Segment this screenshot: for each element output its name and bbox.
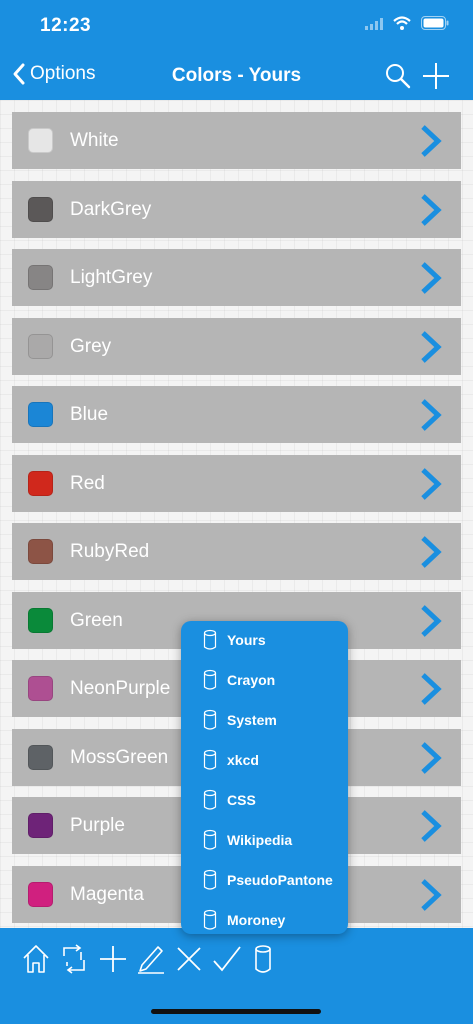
color-row-lightgrey[interactable]: LightGrey (12, 249, 461, 306)
menu-item-xkcd[interactable]: xkcd (181, 741, 348, 781)
signal-icon (365, 17, 383, 35)
menu-item-system[interactable]: System (181, 701, 348, 741)
home-button[interactable] (22, 944, 50, 979)
menu-item-label: CSS (227, 792, 256, 808)
back-button[interactable]: Options (12, 62, 95, 86)
navigation-bar: Options Colors - Yours (0, 52, 473, 100)
color-row-blue[interactable]: Blue (12, 386, 461, 443)
swap-icon (63, 944, 85, 974)
status-bar: 12:23 (0, 0, 473, 52)
color-name: Grey (70, 336, 112, 357)
color-swatch (28, 882, 53, 907)
color-row-darkgrey[interactable]: DarkGrey (12, 181, 461, 238)
home-icon (23, 945, 49, 973)
color-swatch (28, 813, 53, 838)
pencil-icon (138, 946, 164, 974)
color-row-white[interactable]: White (12, 112, 461, 169)
chevron-right-icon (421, 673, 442, 705)
color-name: White (70, 130, 119, 151)
menu-item-label: Moroney (227, 912, 286, 928)
color-row-grey[interactable]: Grey (12, 318, 461, 375)
add-color-button[interactable] (98, 944, 128, 979)
color-swatch (28, 197, 53, 222)
battery-icon (421, 16, 449, 35)
color-row-rubyred[interactable]: RubyRed (12, 523, 461, 580)
color-swatch (28, 128, 53, 153)
color-name: Magenta (70, 884, 144, 905)
database-icon (203, 909, 217, 930)
chevron-right-icon (421, 879, 442, 911)
chevron-left-icon (13, 63, 25, 85)
color-name: RubyRed (70, 541, 150, 562)
color-swatch (28, 471, 53, 496)
menu-item-wikipedia[interactable]: Wikipedia (181, 821, 348, 861)
menu-item-label: PseudoPantone (227, 872, 333, 888)
chevron-right-icon (421, 468, 442, 500)
chevron-right-icon (421, 194, 442, 226)
add-button[interactable] (420, 60, 452, 97)
chevron-right-icon (421, 262, 442, 294)
color-name: NeonPurple (70, 678, 171, 699)
delete-button[interactable] (174, 944, 204, 979)
color-swatch (28, 608, 53, 633)
color-swatch (28, 334, 53, 359)
back-label: Options (30, 63, 96, 84)
status-time: 12:23 (40, 15, 92, 36)
color-name: Green (70, 610, 123, 631)
close-icon (177, 947, 201, 971)
status-icons (365, 16, 449, 35)
database-icon (203, 709, 217, 730)
search-button[interactable] (384, 62, 412, 95)
color-name: Purple (70, 815, 125, 836)
color-row-red[interactable]: Red (12, 455, 461, 512)
color-swatch (28, 745, 53, 770)
database-icon (203, 629, 217, 650)
color-swatch (28, 676, 53, 701)
color-swatch (28, 539, 53, 564)
chevron-right-icon (421, 742, 442, 774)
color-name: Red (70, 473, 105, 494)
chevron-right-icon (421, 536, 442, 568)
menu-item-moroney[interactable]: Moroney (181, 901, 348, 941)
wifi-icon (393, 16, 411, 35)
database-icon (255, 945, 271, 973)
menu-item-label: Wikipedia (227, 832, 293, 848)
confirm-button[interactable] (212, 944, 242, 979)
color-swatch (28, 265, 53, 290)
menu-item-css[interactable]: CSS (181, 781, 348, 821)
menu-item-label: Yours (227, 632, 266, 648)
chevron-right-icon (421, 605, 442, 637)
plus-icon (100, 946, 126, 972)
menu-item-yours[interactable]: Yours (181, 621, 348, 661)
chevron-right-icon (421, 331, 442, 363)
swap-button[interactable] (60, 944, 88, 979)
chevron-right-icon (421, 399, 442, 431)
color-name: Blue (70, 404, 109, 425)
menu-item-crayon[interactable]: Crayon (181, 661, 348, 701)
color-name: MossGreen (70, 747, 169, 768)
chevron-right-icon (421, 125, 442, 157)
menu-item-label: System (227, 712, 277, 728)
menu-item-label: Crayon (227, 672, 276, 688)
database-icon (203, 749, 217, 770)
color-swatch (28, 402, 53, 427)
chevron-right-icon (421, 810, 442, 842)
database-icon (203, 789, 217, 810)
database-icon (203, 829, 217, 850)
database-icon (203, 669, 217, 690)
database-icon (203, 869, 217, 890)
search-icon (386, 64, 411, 89)
color-name: LightGrey (70, 267, 153, 288)
menu-item-label: xkcd (227, 752, 259, 768)
color-name: DarkGrey (70, 199, 152, 220)
edit-button[interactable] (136, 944, 166, 979)
source-menu: Yours Crayon System xkcd CSS Wikipedia P… (181, 621, 348, 934)
menu-item-pseudopantone[interactable]: PseudoPantone (181, 861, 348, 901)
check-icon (213, 946, 241, 972)
home-indicator (151, 1009, 321, 1014)
plus-icon (423, 63, 449, 89)
database-button[interactable] (252, 944, 274, 979)
